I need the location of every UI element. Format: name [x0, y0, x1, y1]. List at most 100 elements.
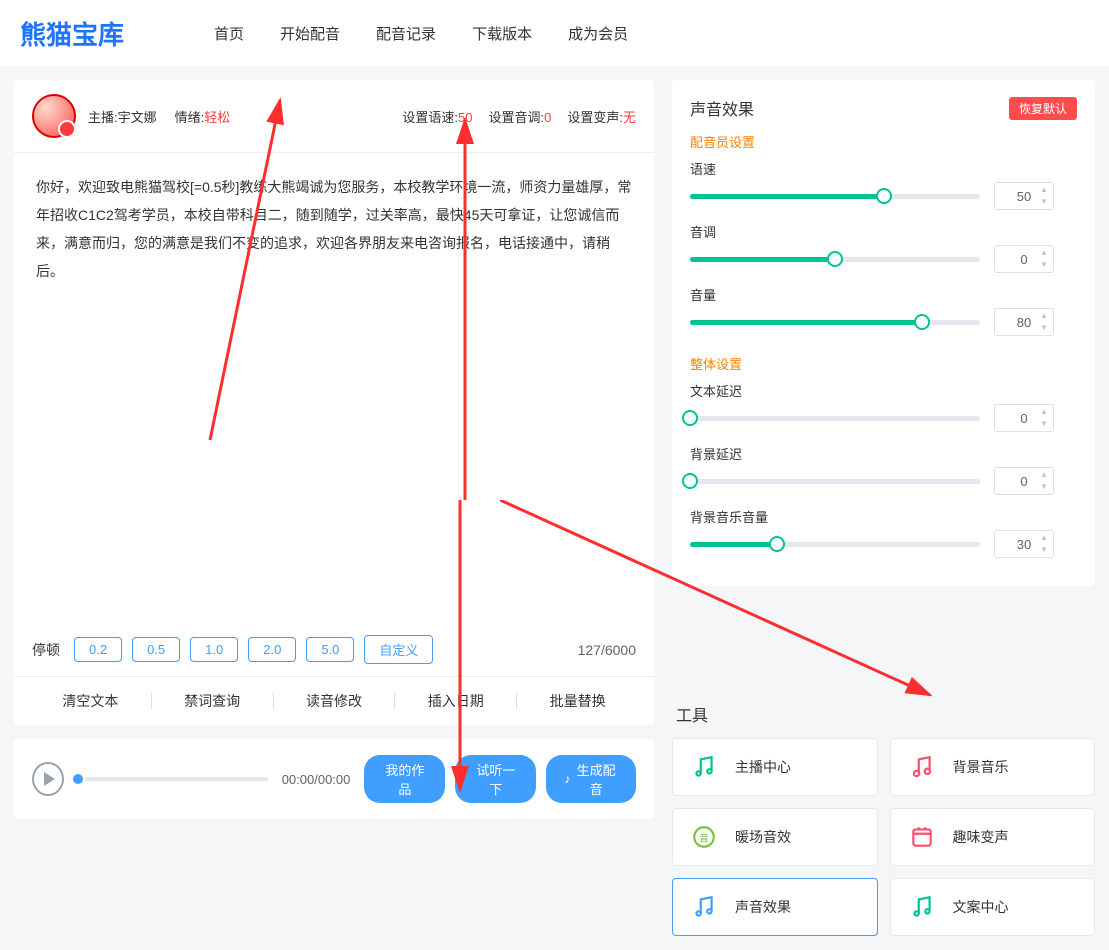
- pause-0-5[interactable]: 0.5: [132, 637, 180, 662]
- slider-value-input[interactable]: 30 ▲▼: [994, 530, 1054, 558]
- nav-member[interactable]: 成为会员: [568, 23, 628, 44]
- slider-4[interactable]: [690, 479, 980, 484]
- tool-label: 声音效果: [735, 897, 791, 917]
- tool-主播中心[interactable]: 主播中心: [672, 738, 878, 796]
- reset-button[interactable]: 恢复默认: [1009, 97, 1077, 120]
- anchor-avatar[interactable]: [32, 94, 76, 138]
- step-down-icon[interactable]: ▼: [1037, 546, 1051, 554]
- step-up-icon[interactable]: ▲: [1037, 249, 1051, 257]
- music-icon: [909, 754, 935, 780]
- tool-文案中心[interactable]: 文案中心: [890, 878, 1096, 936]
- slider-thumb[interactable]: [682, 410, 698, 426]
- tool-暖场音效[interactable]: 音暖场音效: [672, 808, 878, 866]
- tool-label: 主播中心: [735, 757, 791, 777]
- clear-text[interactable]: 清空文本: [32, 691, 149, 711]
- step-down-icon[interactable]: ▼: [1037, 324, 1051, 332]
- voice-setting[interactable]: 设置变声:无: [567, 107, 636, 126]
- slider-5[interactable]: [690, 542, 980, 547]
- player-bar: 00:00/00:00 我的作品 试听一下 生成配音: [14, 739, 654, 819]
- anchor-row: 主播:宇文娜 情绪:轻松 设置语速:50 设置音调:0 设置变声:无: [14, 80, 654, 153]
- insert-date[interactable]: 插入日期: [397, 691, 514, 711]
- pitch-setting[interactable]: 设置音调:0: [489, 107, 552, 126]
- effects-title: 声音效果: [690, 96, 754, 120]
- pause-label: 停顿: [32, 640, 60, 660]
- slider-thumb[interactable]: [769, 536, 785, 552]
- music-icon: [909, 894, 935, 920]
- script-textarea[interactable]: 你好，欢迎致电熊猫驾校[=0.5秒]教练大熊竭诚为您服务，本校教学环境一流，师资…: [14, 153, 654, 623]
- step-down-icon[interactable]: ▼: [1037, 261, 1051, 269]
- effects-panel: 声音效果 恢复默认 配音员设置 语速 50 ▲▼ 音调 0 ▲▼ 音量 80 ▲…: [672, 80, 1095, 586]
- nav-records[interactable]: 配音记录: [376, 23, 436, 44]
- step-up-icon[interactable]: ▲: [1037, 186, 1051, 194]
- tool-label: 暖场音效: [735, 827, 791, 847]
- preview-button[interactable]: 试听一下: [455, 755, 536, 803]
- step-down-icon[interactable]: ▼: [1037, 198, 1051, 206]
- pause-row: 停顿 0.2 0.5 1.0 2.0 5.0 自定义 127/6000: [14, 623, 654, 676]
- pause-2-0[interactable]: 2.0: [248, 637, 296, 662]
- step-up-icon[interactable]: ▲: [1037, 471, 1051, 479]
- music-icon: [909, 824, 935, 850]
- slider-1[interactable]: [690, 257, 980, 262]
- slider-value-input[interactable]: 50 ▲▼: [994, 182, 1054, 210]
- pause-5-0[interactable]: 5.0: [306, 637, 354, 662]
- tool-label: 背景音乐: [953, 757, 1009, 777]
- slider-thumb[interactable]: [682, 473, 698, 489]
- tool-label: 文案中心: [953, 897, 1009, 917]
- generate-button[interactable]: 生成配音: [546, 755, 636, 803]
- seek-bar[interactable]: [78, 777, 268, 781]
- forbidden-words[interactable]: 禁词查询: [154, 691, 271, 711]
- time-display: 00:00/00:00: [282, 772, 351, 787]
- batch-replace[interactable]: 批量替换: [519, 691, 636, 711]
- music-icon: [691, 894, 717, 920]
- logo[interactable]: 熊猫宝库: [20, 15, 124, 52]
- slider-thumb[interactable]: [914, 314, 930, 330]
- action-row: 清空文本 禁词查询 读音修改 插入日期 批量替换: [14, 676, 654, 725]
- music-icon: 音: [691, 824, 717, 850]
- slider-label: 文本延迟: [690, 381, 1077, 400]
- tool-趣味变声[interactable]: 趣味变声: [890, 808, 1096, 866]
- tool-label: 趣味变声: [953, 827, 1009, 847]
- my-works-button[interactable]: 我的作品: [364, 755, 445, 803]
- tool-声音效果[interactable]: 声音效果: [672, 878, 878, 936]
- step-down-icon[interactable]: ▼: [1037, 483, 1051, 491]
- slider-3[interactable]: [690, 416, 980, 421]
- slider-label: 背景延迟: [690, 444, 1077, 463]
- slider-value-input[interactable]: 0 ▲▼: [994, 245, 1054, 273]
- section-global: 整体设置: [690, 354, 1077, 373]
- char-counter: 127/6000: [578, 642, 636, 658]
- pause-0-2[interactable]: 0.2: [74, 637, 122, 662]
- nav-download[interactable]: 下载版本: [472, 23, 532, 44]
- slider-label: 音调: [690, 222, 1077, 241]
- slider-label: 音量: [690, 285, 1077, 304]
- play-button[interactable]: [32, 762, 64, 796]
- pause-1-0[interactable]: 1.0: [190, 637, 238, 662]
- nav-start-dub[interactable]: 开始配音: [280, 23, 340, 44]
- slider-value-input[interactable]: 0 ▲▼: [994, 467, 1054, 495]
- step-down-icon[interactable]: ▼: [1037, 420, 1051, 428]
- mood-label: 情绪:轻松: [175, 107, 231, 126]
- slider-2[interactable]: [690, 320, 980, 325]
- slider-label: 背景音乐音量: [690, 507, 1077, 526]
- pronunciation-fix[interactable]: 读音修改: [276, 691, 393, 711]
- anchor-label: 主播:宇文娜: [88, 107, 157, 126]
- top-bar: 熊猫宝库 首页 开始配音 配音记录 下载版本 成为会员: [0, 0, 1109, 66]
- slider-label: 语速: [690, 159, 1077, 178]
- slider-0[interactable]: [690, 194, 980, 199]
- step-up-icon[interactable]: ▲: [1037, 408, 1051, 416]
- seek-thumb[interactable]: [71, 772, 85, 786]
- step-up-icon[interactable]: ▲: [1037, 534, 1051, 542]
- editor-panel: 主播:宇文娜 情绪:轻松 设置语速:50 设置音调:0 设置变声:无 你好，欢迎…: [14, 80, 654, 725]
- play-icon: [44, 772, 55, 786]
- music-icon: [691, 754, 717, 780]
- speed-setting[interactable]: 设置语速:50: [402, 107, 472, 126]
- pause-custom[interactable]: 自定义: [364, 635, 433, 664]
- step-up-icon[interactable]: ▲: [1037, 312, 1051, 320]
- slider-thumb[interactable]: [827, 251, 843, 267]
- tool-背景音乐[interactable]: 背景音乐: [890, 738, 1096, 796]
- nav-home[interactable]: 首页: [214, 23, 244, 44]
- slider-value-input[interactable]: 80 ▲▼: [994, 308, 1054, 336]
- slider-thumb[interactable]: [876, 188, 892, 204]
- nav-list: 首页 开始配音 配音记录 下载版本 成为会员: [214, 23, 628, 44]
- slider-value-input[interactable]: 0 ▲▼: [994, 404, 1054, 432]
- section-anchor: 配音员设置: [690, 132, 1077, 151]
